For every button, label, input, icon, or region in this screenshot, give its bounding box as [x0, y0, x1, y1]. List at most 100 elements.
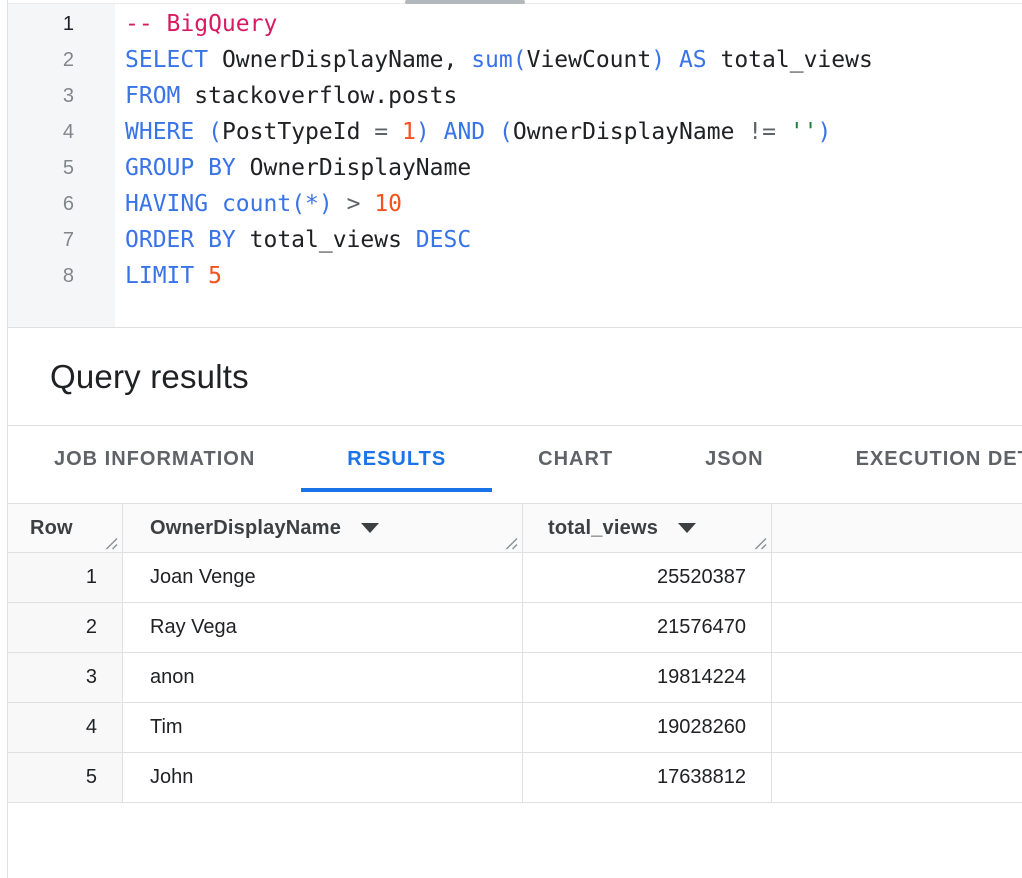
code-token: 10	[374, 191, 402, 217]
column-resize-grip-icon[interactable]	[754, 537, 767, 550]
code-line[interactable]: ORDER BY total_views DESC	[125, 222, 1022, 258]
code-token	[360, 191, 374, 217]
table-row: 5John17638812	[8, 753, 1022, 803]
results-table-body: 1Joan Venge255203872Ray Vega215764703ano…	[8, 553, 1022, 803]
filler-cell	[772, 603, 1022, 652]
tab-results[interactable]: RESULTS	[301, 426, 492, 492]
row-number-cell: 1	[8, 553, 123, 602]
code-token	[776, 119, 790, 145]
editor-code[interactable]: -- BigQuery SELECT OwnerDisplayName, sum(…	[115, 4, 1022, 327]
editor-gutter: 12345678	[8, 4, 115, 327]
line-number: 7	[8, 222, 115, 258]
results-table: Row OwnerDisplayName total_views 1Joan Ven…	[8, 503, 1022, 803]
code-token: LIMIT	[125, 263, 194, 289]
column-header-label: OwnerDisplayName	[150, 517, 341, 540]
code-line[interactable]: HAVING count(*) > 10	[125, 186, 1022, 222]
sql-editor[interactable]: 12345678 -- BigQuerySELECT OwnerDisplayN…	[8, 4, 1022, 328]
total-views-cell: 25520387	[523, 553, 772, 602]
code-line[interactable]: LIMIT 5	[125, 258, 1022, 294]
code-token: total_views	[236, 227, 416, 253]
code-token: -- BigQuery	[125, 11, 277, 37]
line-number: 6	[8, 186, 115, 222]
tab-execution-details[interactable]: EXECUTION DETAILS	[810, 426, 1022, 492]
row-number-cell: 5	[8, 753, 123, 802]
code-line[interactable]: SELECT OwnerDisplayName, sum(ViewCount) …	[125, 42, 1022, 78]
code-token: (	[208, 119, 222, 145]
owner-name-cell: Joan Venge	[123, 553, 523, 602]
code-token: )	[651, 47, 665, 73]
total-views-cell: 21576470	[523, 603, 772, 652]
filler-cell	[772, 753, 1022, 802]
table-row: 2Ray Vega21576470	[8, 603, 1022, 653]
table-row: 1Joan Venge25520387	[8, 553, 1022, 603]
code-token: DESC	[416, 227, 471, 253]
code-token: AS	[679, 47, 707, 73]
code-token: ViewCount	[527, 47, 652, 73]
line-number: 5	[8, 150, 115, 186]
sort-dropdown-icon[interactable]	[361, 523, 379, 533]
column-header-filler	[772, 504, 1022, 552]
code-token: FROM	[125, 83, 180, 109]
filler-cell	[772, 653, 1022, 702]
code-token	[194, 263, 208, 289]
line-number: 1	[8, 6, 115, 42]
code-token: OwnerDisplayName,	[208, 47, 471, 73]
code-line[interactable]: GROUP BY OwnerDisplayName	[125, 150, 1022, 186]
sort-dropdown-icon[interactable]	[678, 523, 696, 533]
code-line[interactable]: WHERE (PostTypeId = 1) AND (OwnerDisplay…	[125, 114, 1022, 150]
code-token: GROUP BY	[125, 155, 236, 181]
owner-name-cell: John	[123, 753, 523, 802]
results-table-header: Row OwnerDisplayName total_views	[8, 503, 1022, 553]
table-row: 3anon19814224	[8, 653, 1022, 703]
query-results-title: Query results	[50, 358, 249, 396]
code-line[interactable]: FROM stackoverflow.posts	[125, 78, 1022, 114]
tab-job-information[interactable]: JOB INFORMATION	[8, 426, 301, 492]
code-token: )	[416, 119, 430, 145]
line-number: 8	[8, 258, 115, 294]
code-token: 5	[208, 263, 222, 289]
total-views-cell: 19028260	[523, 703, 772, 752]
tab-chart[interactable]: CHART	[492, 426, 659, 492]
column-header-total-views[interactable]: total_views	[523, 504, 772, 552]
table-row: 4Tim19028260	[8, 703, 1022, 753]
code-token: SELECT	[125, 47, 208, 73]
owner-name-cell: Ray Vega	[123, 603, 523, 652]
filler-cell	[772, 553, 1022, 602]
code-token: )	[818, 119, 832, 145]
code-token	[485, 119, 499, 145]
column-header-row[interactable]: Row	[8, 504, 123, 552]
code-line[interactable]: -- BigQuery	[125, 6, 1022, 42]
code-token: =	[374, 119, 388, 145]
column-resize-grip-icon[interactable]	[105, 537, 118, 550]
row-number-cell: 3	[8, 653, 123, 702]
query-results-header: Query results	[8, 328, 1022, 426]
column-header-ownerdisplayname[interactable]: OwnerDisplayName	[123, 504, 523, 552]
line-number: 2	[8, 42, 115, 78]
code-token: WHERE	[125, 119, 194, 145]
line-number: 3	[8, 78, 115, 114]
code-token: ORDER BY	[125, 227, 236, 253]
code-token: count(*)	[222, 191, 333, 217]
tab-json[interactable]: JSON	[659, 426, 809, 492]
code-token	[333, 191, 347, 217]
column-resize-grip-icon[interactable]	[505, 537, 518, 550]
code-token	[194, 119, 208, 145]
code-token: AND	[444, 119, 486, 145]
code-token: !=	[748, 119, 776, 145]
code-token: PostTypeId	[222, 119, 374, 145]
code-token: OwnerDisplayName	[236, 155, 471, 181]
column-header-label: Row	[30, 517, 73, 540]
code-token	[665, 47, 679, 73]
owner-name-cell: anon	[123, 653, 523, 702]
row-number-cell: 4	[8, 703, 123, 752]
row-number-cell: 2	[8, 603, 123, 652]
code-token: total_views	[707, 47, 873, 73]
code-token: sum(	[471, 47, 526, 73]
code-token	[388, 119, 402, 145]
total-views-cell: 19814224	[523, 653, 772, 702]
code-token: >	[347, 191, 361, 217]
filler-cell	[772, 703, 1022, 752]
column-header-label: total_views	[548, 517, 658, 540]
code-token: HAVING	[125, 191, 208, 217]
line-number: 4	[8, 114, 115, 150]
